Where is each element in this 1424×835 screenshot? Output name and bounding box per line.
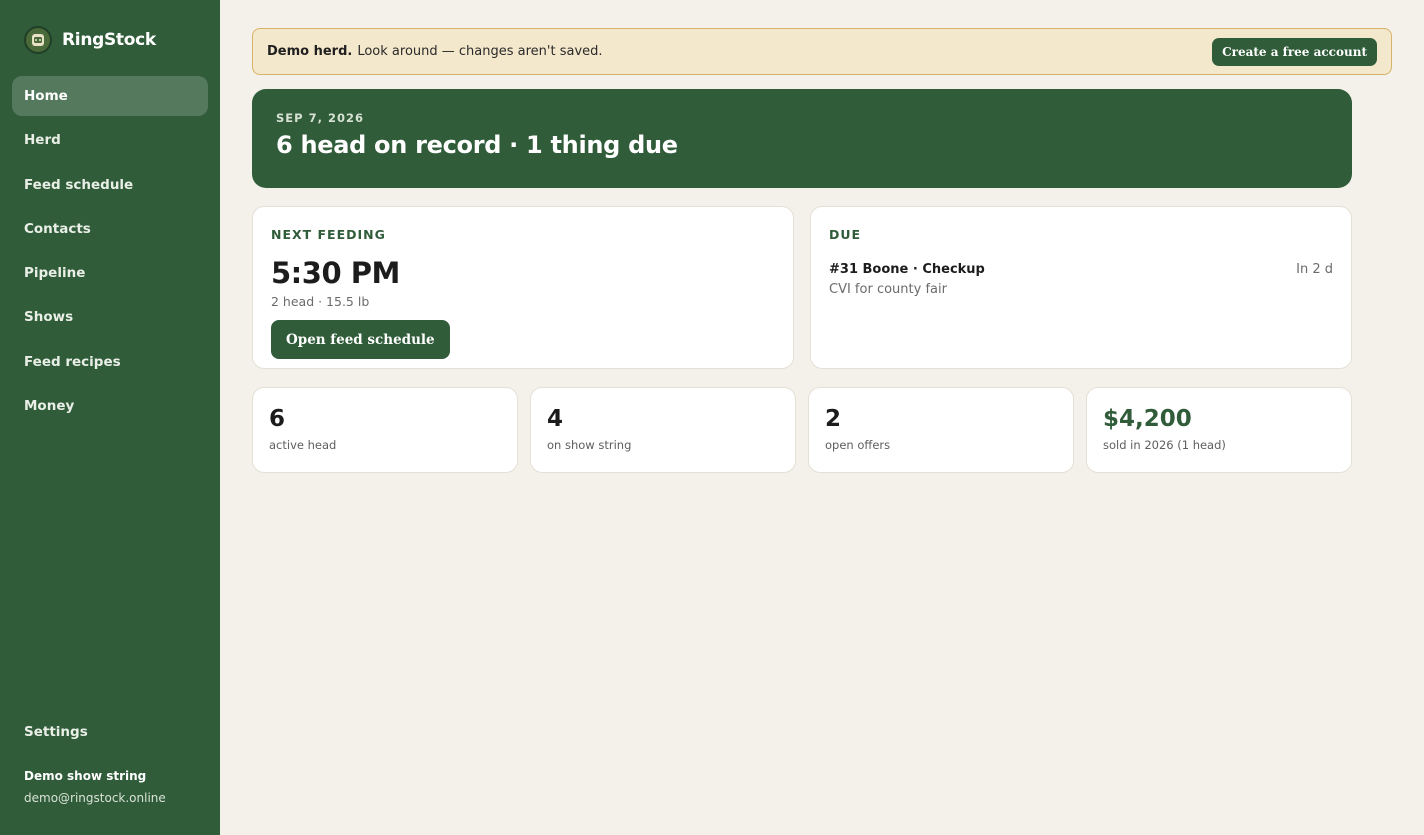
stat-label: open offers [825,438,891,452]
sidebar-item-money[interactable]: Money [12,386,208,426]
stat-value: 2 [825,406,842,432]
sidebar-item-settings[interactable]: Settings [24,724,88,740]
next-feeding-heading: NEXT FEEDING [271,227,386,242]
next-feeding-card: NEXT FEEDING 5:30 PM 2 head · 15.5 lb Op… [252,206,794,369]
stat-card-active-head: 6 active head [252,387,518,473]
stat-card-sold: $4,200 sold in 2026 (1 head) [1086,387,1352,473]
main-nav: Home Herd Feed schedule Contacts Pipelin… [12,76,208,430]
due-heading: DUE [829,227,862,242]
account-email: demo@ringstock.online [24,791,166,805]
summary-hero: SEP 7, 2026 6 head on record · 1 thing d… [252,89,1352,188]
app-name: RingStock [62,30,156,50]
stat-label: active head [269,438,337,452]
stat-label: sold in 2026 (1 head) [1103,438,1226,452]
stat-label: on show string [547,438,632,452]
badge-logo-icon [24,26,52,54]
banner-strong-text: Demo herd. [267,44,353,59]
sidebar-item-feed-schedule[interactable]: Feed schedule [12,165,208,205]
stat-card-show-string: 4 on show string [530,387,796,473]
account-name: Demo show string [24,769,147,783]
open-feed-schedule-button[interactable]: Open feed schedule [271,320,450,359]
sidebar-item-feed-recipes[interactable]: Feed recipes [12,342,208,382]
demo-banner: Demo herd. Look around — changes aren't … [252,28,1392,75]
hero-title: 6 head on record · 1 thing due [276,131,678,159]
due-item-subtitle: CVI for county fair [829,282,947,297]
sidebar-item-herd[interactable]: Herd [12,120,208,160]
stat-value: 4 [547,406,564,432]
banner-text: Look around — changes aren't saved. [357,44,603,59]
next-feeding-meta: 2 head · 15.5 lb [271,294,370,309]
due-card: DUE #31 Boone · Checkup CVI for county f… [810,206,1352,369]
due-item-when: In 2 d [1296,262,1333,277]
sidebar-item-contacts[interactable]: Contacts [12,209,208,249]
create-account-button[interactable]: Create a free account [1212,38,1377,66]
due-item-title: #31 Boone · Checkup [829,262,985,277]
stat-value: 6 [269,406,286,432]
sidebar: RingStock Home Herd Feed schedule Contac… [0,0,220,835]
due-item[interactable]: #31 Boone · Checkup CVI for county fair … [829,262,1333,297]
next-feeding-time: 5:30 PM [271,256,400,290]
stat-value: $4,200 [1103,406,1192,432]
sidebar-item-shows[interactable]: Shows [12,297,208,337]
hero-date: SEP 7, 2026 [276,111,364,125]
stat-card-open-offers: 2 open offers [808,387,1074,473]
sidebar-item-pipeline[interactable]: Pipeline [12,253,208,293]
brand[interactable]: RingStock [24,26,156,54]
sidebar-item-home[interactable]: Home [12,76,208,116]
